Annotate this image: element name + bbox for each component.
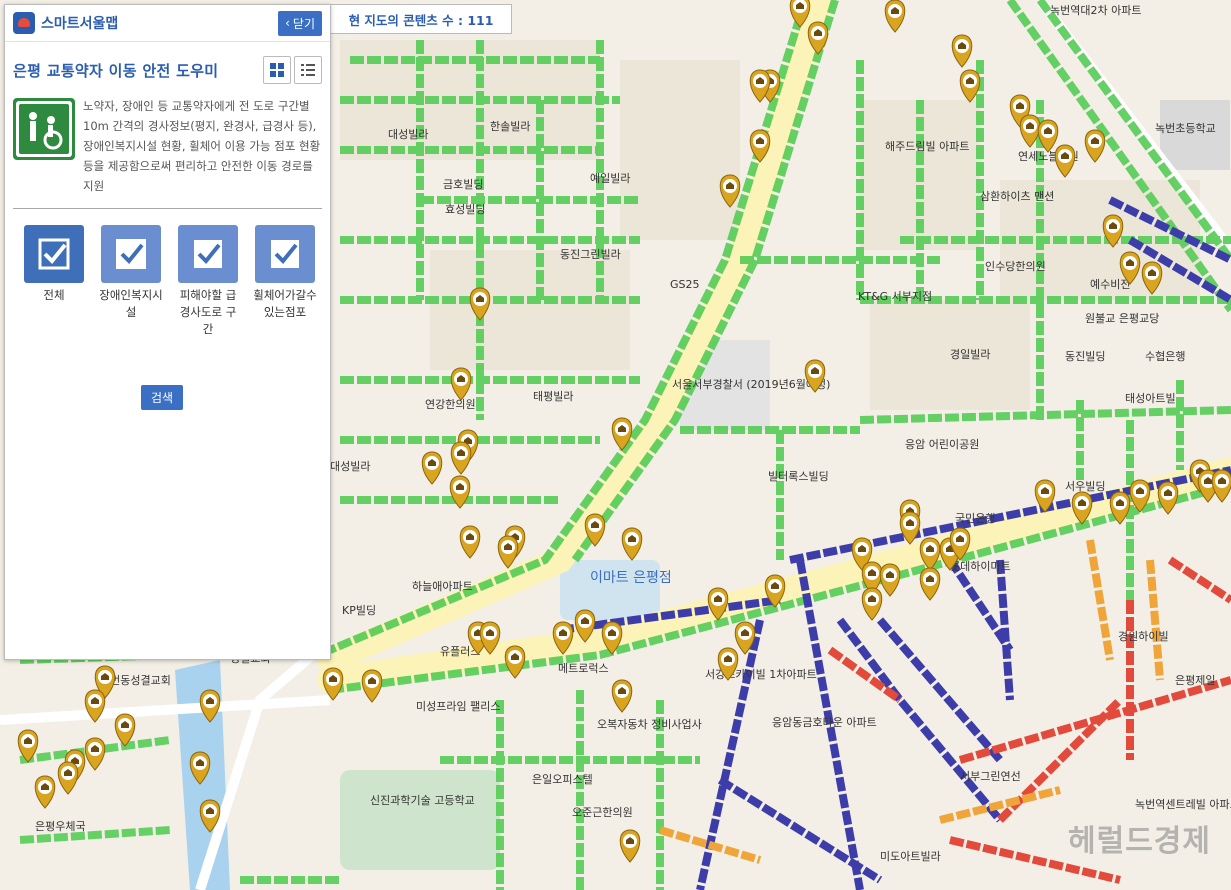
label-nokbeon-center: 녹번역센트레빌 아파트: [1135, 798, 1231, 811]
list-icon: [301, 64, 315, 76]
label-bilter: 빌터록스빌딩: [768, 470, 829, 483]
panel-header: 스마트서울맵 ‹ 닫기: [5, 5, 330, 42]
label-misung: 미성프라임 팰리스: [416, 700, 500, 713]
label-yeongang: 연강한의원: [425, 398, 476, 411]
close-button[interactable]: ‹ 닫기: [278, 10, 322, 36]
label-kp: KP빌딩: [342, 604, 376, 617]
label-metrolux: 메트로럭스: [558, 662, 609, 675]
category-welfare-label: 장애인복지시설: [99, 288, 163, 319]
list-view-button[interactable]: [294, 56, 322, 84]
watermark-logo: 헤럴드경제: [1068, 824, 1211, 859]
label-hyoseong: 효성빌딩: [445, 203, 485, 216]
label-taepyeong: 태평빌라: [533, 390, 573, 403]
label-taeseong: 태성아트빌: [1125, 392, 1176, 405]
label-ktg: KT&G 서부지점: [858, 290, 932, 303]
label-nokbeon-school: 녹번초등학교: [1155, 122, 1216, 135]
check-pin-icon: [101, 225, 161, 283]
label-nokbeon-apt: 녹번역대2차 아파트: [1050, 4, 1141, 17]
label-haneulae: 하늘애아파트: [412, 579, 473, 593]
category-wheelchair-store-label: 휠체어가갈수있는점포: [253, 288, 317, 319]
label-post: 은평우체국: [35, 820, 86, 833]
smart-seoul-logo-icon: [13, 12, 35, 34]
label-samhwan: 삼환하이츠 맨션: [980, 189, 1054, 203]
label-insudang: 인수당한의원: [985, 260, 1046, 273]
label-gyeongwon: 경원하이빌: [1118, 629, 1169, 643]
label-haeju: 해주드림빌 아파트: [885, 139, 969, 153]
chevron-left-icon: ‹: [285, 16, 290, 30]
side-panel: 스마트서울맵 ‹ 닫기 은평 교통약자 이동 안전 도우미 노약자, 장애인 등…: [4, 4, 331, 660]
label-daeseong: 대성빌라: [388, 128, 428, 141]
category-welfare[interactable]: 장애인복지시설: [98, 225, 164, 338]
label-hansol: 한솔빌라: [490, 120, 530, 133]
content-counter: 현 지도의 콘텐츠 수 : 111: [330, 4, 512, 34]
label-mido: 미도아트빌라: [880, 850, 941, 863]
category-steep[interactable]: 피해야할 급경사도로 구간: [175, 225, 241, 338]
label-suhyup: 수협은행: [1145, 350, 1185, 363]
label-wonbul: 원불교 은평교당: [1085, 312, 1159, 325]
label-yeil: 예일빌라: [590, 171, 630, 185]
close-label: 닫기: [292, 16, 315, 31]
grid-icon: [270, 63, 284, 77]
category-all[interactable]: 전체: [21, 225, 87, 338]
grid-view-button[interactable]: [263, 56, 291, 84]
label-eungam-geumho: 응암동금호타운 아파트: [772, 716, 877, 729]
label-dongjingreen: 동진그린빌라: [560, 248, 621, 261]
label-eunpyeong-jeil: 은평제일: [1175, 673, 1215, 687]
label-eunil: 은일오피스텔: [532, 772, 593, 786]
label-seobu-green: 서부그린연선: [960, 770, 1021, 783]
check-pin-icon: [178, 225, 238, 283]
label-seou: 서우빌딩: [1065, 480, 1105, 493]
label-dongjin: 동진빌딩: [1065, 350, 1105, 363]
label-eungam-park: 응암 어린이공원: [905, 438, 979, 451]
label-geumho: 금호빌딩: [443, 178, 483, 191]
description-text: 노약자, 장애인 등 교통약자에게 전 도로 구간별 10m 간격의 경사정보(…: [83, 99, 321, 193]
label-lotte: 롯데하이마트: [950, 559, 1011, 573]
category-list: 전체 장애인복지시설 피해야할 급경사도로 구간 휠체어가갈수있는점포: [5, 209, 330, 338]
label-sinjin: 신진과학기술 고등학교: [370, 794, 475, 807]
label-gyeongil: 경일빌라: [950, 347, 990, 361]
category-wheelchair-store[interactable]: 휠체어가갈수있는점포: [252, 225, 318, 338]
label-daeseong-2: 대성빌라: [330, 460, 370, 473]
label-obok: 오복자동차 정비사업사: [597, 718, 702, 731]
label-yesu: 예수비전: [1090, 278, 1130, 291]
label-gs25: GS25: [670, 278, 700, 291]
wheelchair-assist-icon: [13, 98, 75, 160]
brand-name: 스마트서울맵: [41, 16, 119, 32]
category-all-label: 전체: [43, 288, 65, 302]
search-button[interactable]: 검색: [141, 385, 184, 410]
check-pin-icon: [255, 225, 315, 283]
label-emart: 이마트 은평점: [590, 570, 672, 586]
label-kb: 국민은행: [955, 512, 995, 525]
check-icon: [24, 225, 84, 283]
panel-title: 은평 교통약자 이동 안전 도우미: [13, 61, 219, 80]
label-ojun: 오준근한의원: [572, 806, 633, 819]
category-steep-label: 피해야할 급경사도로 구간: [179, 288, 237, 336]
brand[interactable]: 스마트서울맵: [13, 12, 118, 34]
